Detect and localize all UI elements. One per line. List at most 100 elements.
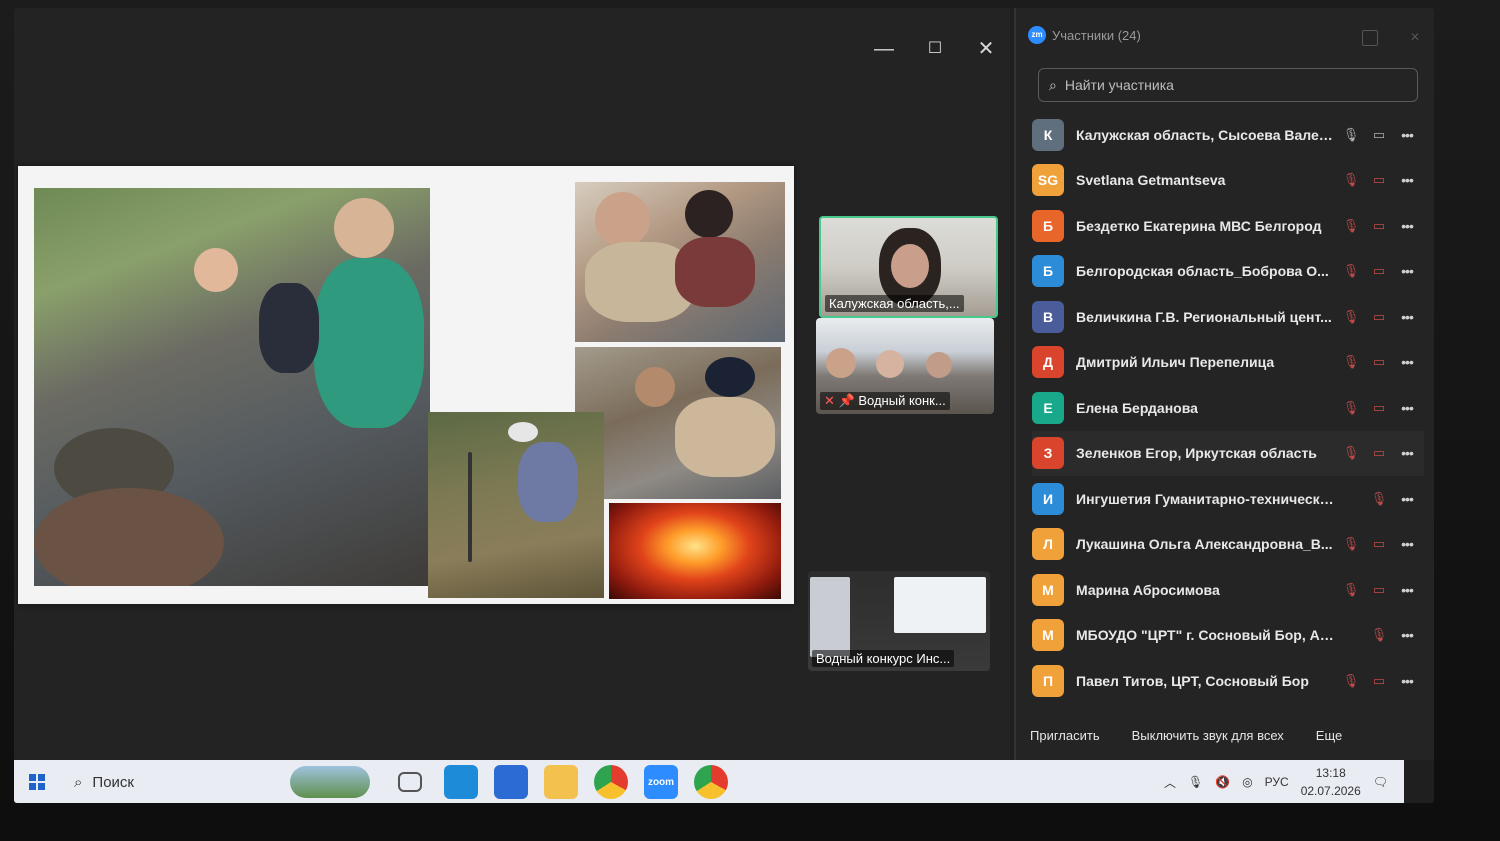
more-options-icon[interactable]: ••• [1398, 400, 1416, 416]
language-indicator[interactable]: РУС [1265, 775, 1289, 789]
task-view-app-icon[interactable] [398, 772, 422, 792]
more-options-icon[interactable]: ••• [1398, 673, 1416, 689]
camera-icon[interactable]: ▭ [1370, 126, 1388, 144]
chrome-profile-app-icon[interactable] [694, 765, 728, 799]
more-options-icon[interactable]: ••• [1398, 491, 1416, 507]
mic-icon[interactable]: 🎙 [1342, 126, 1360, 144]
camera-off-icon[interactable]: ▭ [1370, 262, 1388, 280]
zoom-app-icon[interactable]: zoom [644, 765, 678, 799]
participant-controls: 🎙 ▭ ••• [1342, 399, 1416, 417]
zoom-logo-icon: zm [1028, 26, 1046, 44]
avatar: М [1032, 573, 1064, 606]
more-options-icon[interactable]: ••• [1398, 218, 1416, 234]
more-options-icon[interactable]: ••• [1398, 309, 1416, 325]
participant-row[interactable]: Б Белгородская область_Боброва О... 🎙 ▭ ••• [1032, 249, 1424, 295]
network-icon[interactable]: ◎ [1242, 775, 1252, 789]
avatar: К [1032, 118, 1064, 151]
participant-row[interactable]: М Марина Абросимова 🎙 ▭ ••• [1032, 567, 1424, 613]
chrome-app-icon[interactable] [594, 765, 628, 799]
video-tile-audience[interactable]: ✕ 📌 Водный конк... [816, 318, 994, 414]
clock[interactable]: 13:18 02.07.2026 [1301, 764, 1361, 800]
explorer-app-icon[interactable] [544, 765, 578, 799]
participant-row[interactable]: Д Дмитрий Ильич Перепелица 🎙 ▭ ••• [1032, 340, 1424, 386]
mic-muted-icon[interactable]: 🎙 [1342, 672, 1360, 690]
close-button[interactable]: ✕ [971, 38, 1001, 60]
more-options-icon[interactable]: ••• [1398, 627, 1416, 643]
mic-muted-icon[interactable]: 🎙 [1342, 399, 1360, 417]
participant-row[interactable]: П Павел Титов, ЦРТ, Сосновый Бор 🎙 ▭ ••• [1032, 658, 1424, 704]
camera-off-icon[interactable]: ▭ [1370, 672, 1388, 690]
video-tile-label: ✕ 📌 Водный конк... [820, 392, 950, 410]
mic-muted-icon[interactable]: 🎙 [1370, 490, 1388, 508]
mic-muted-icon[interactable]: 🎙 [1370, 626, 1388, 644]
microphone-icon[interactable]: 🎙 [1188, 775, 1203, 789]
taskbar-search[interactable]: ⌕ Поиск [60, 760, 296, 803]
mic-muted-icon[interactable]: 🎙 [1342, 444, 1360, 462]
camera-off-icon[interactable]: ▭ [1370, 535, 1388, 553]
participant-row[interactable]: Е Елена Берданова 🎙 ▭ ••• [1032, 385, 1424, 431]
participant-name: Калужская область, Сысоева Валер... [1076, 126, 1336, 143]
search-icon: ⌕ [74, 773, 83, 791]
participant-name: Павел Титов, ЦРТ, Сосновый Бор [1076, 672, 1309, 689]
more-options-icon[interactable]: ••• [1398, 536, 1416, 552]
start-button[interactable] [14, 760, 60, 803]
participant-row[interactable]: SG Svetlana Getmantseva 🎙 ▭ ••• [1032, 158, 1424, 204]
mic-muted-icon[interactable]: 🎙 [1342, 171, 1360, 189]
participant-name: Бездетко Екатерина МВС Белгород [1076, 217, 1322, 234]
participant-row[interactable]: З Зеленков Егор, Иркутская область 🎙 ▭ ••• [1032, 430, 1424, 476]
camera-off-icon[interactable]: ▭ [1370, 217, 1388, 235]
camera-off-icon[interactable]: ▭ [1370, 581, 1388, 599]
participant-row[interactable]: Л Лукашина Ольга Александровна_В... 🎙 ▭ ••• [1032, 522, 1424, 568]
taskbar-search-label: Поиск [92, 773, 134, 791]
participant-row[interactable]: Б Бездетко Екатерина МВС Белгород 🎙 ▭ ••• [1032, 203, 1424, 249]
panel-close-icon[interactable]: ✕ [1410, 30, 1424, 44]
more-options-icon[interactable]: ••• [1398, 354, 1416, 370]
participant-name: Белгородская область_Боброва О... [1076, 263, 1329, 280]
more-options-icon[interactable]: ••• [1398, 127, 1416, 143]
participant-name: Марина Абросимова [1076, 581, 1220, 598]
more-options-icon[interactable]: ••• [1398, 263, 1416, 279]
chevron-up-icon[interactable]: ︿ [1164, 774, 1176, 791]
more-options-icon[interactable]: ••• [1398, 445, 1416, 461]
minimize-button[interactable]: — [869, 38, 899, 60]
mute-all-button[interactable]: Выключить звук для всех [1132, 728, 1284, 743]
screen: — ☐ ✕ Калужская область,... ✕ 📌 Водный к… [14, 8, 1434, 803]
participant-row[interactable]: И Ингушетия Гуманитарно-технический к... 🎙… [1032, 476, 1424, 522]
popout-icon[interactable] [1362, 30, 1378, 46]
invite-button[interactable]: Пригласить [1030, 728, 1100, 743]
participant-search[interactable]: ⌕ [1038, 68, 1418, 102]
search-input[interactable] [1062, 76, 1387, 94]
mic-muted-icon[interactable]: 🎙 [1342, 262, 1360, 280]
video-tile-presentation[interactable]: Водный конкурс Инс... [808, 571, 990, 671]
notification-icon[interactable]: 🗨 [1373, 775, 1388, 789]
edge-app-icon[interactable] [444, 765, 478, 799]
participant-row[interactable]: М МБОУДО "ЦРТ" г. Сосновый Бор, Анна ... 🎙… [1032, 613, 1424, 659]
video-tile-kaluga[interactable]: Калужская область,... [819, 216, 998, 318]
participant-list: К Калужская область, Сысоева Валер... 🎙 ▭ ••… [1032, 112, 1424, 704]
store-app-icon[interactable] [494, 765, 528, 799]
photo-boys-experiment [575, 347, 781, 499]
more-options-icon[interactable]: ••• [1398, 582, 1416, 598]
mic-muted-icon[interactable]: 🎙 [1342, 581, 1360, 599]
camera-off-icon[interactable]: ▭ [1370, 399, 1388, 417]
mic-muted-icon[interactable]: 🎙 [1342, 353, 1360, 371]
more-options-icon[interactable]: ••• [1398, 172, 1416, 188]
participant-row[interactable]: В Величкина Г.В. Региональный цент... 🎙 ▭ ••… [1032, 294, 1424, 340]
participant-controls: 🎙 ▭ ••• [1342, 672, 1416, 690]
participant-controls: 🎙 ▭ ••• [1342, 535, 1416, 553]
participant-row[interactable]: К Калужская область, Сысоева Валер... 🎙 ▭ ••… [1032, 112, 1424, 158]
maximize-button[interactable]: ☐ [920, 38, 950, 60]
camera-off-icon[interactable]: ▭ [1370, 353, 1388, 371]
more-button[interactable]: Еще [1316, 728, 1342, 743]
speaker-muted-icon[interactable]: 🔇 [1215, 775, 1230, 789]
camera-off-icon[interactable]: ▭ [1370, 171, 1388, 189]
mic-muted-icon[interactable]: 🎙 [1342, 308, 1360, 326]
mic-muted-icon[interactable]: 🎙 [1342, 217, 1360, 235]
photo-campfire [609, 503, 781, 599]
photo-outdoor-table [34, 188, 430, 586]
camera-off-icon[interactable]: ▭ [1370, 308, 1388, 326]
camera-off-icon[interactable]: ▭ [1370, 444, 1388, 462]
video-tile-label: Калужская область,... [825, 295, 964, 312]
avatar: П [1032, 664, 1064, 697]
mic-muted-icon[interactable]: 🎙 [1342, 535, 1360, 553]
